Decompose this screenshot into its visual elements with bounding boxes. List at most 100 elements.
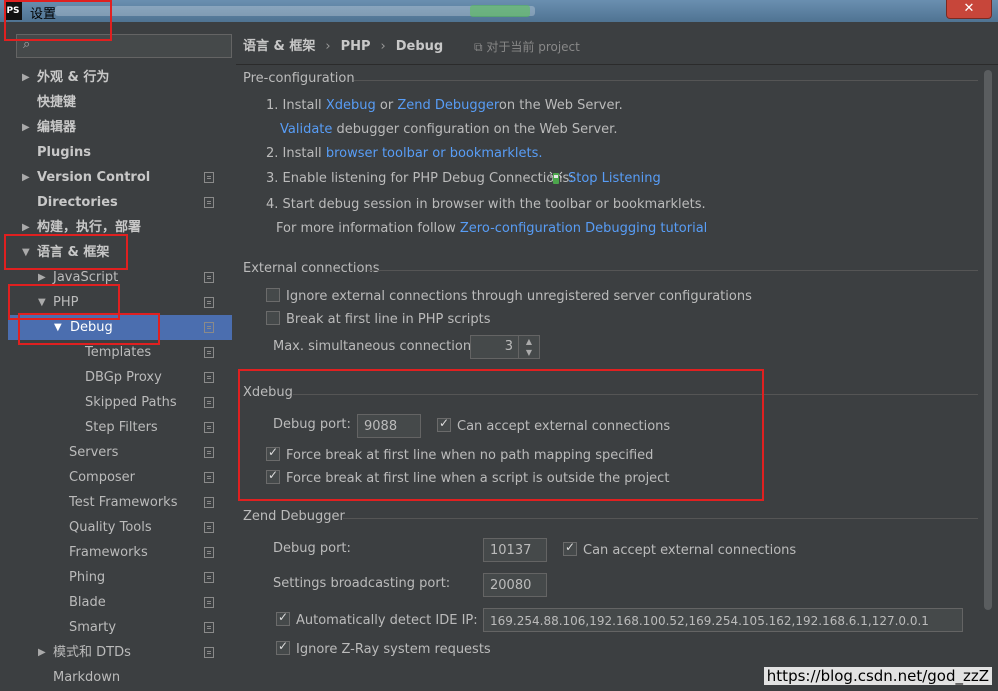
validate-link[interactable]: Validate xyxy=(280,122,332,137)
zend-port-label: Debug port: xyxy=(273,541,351,556)
header-divider xyxy=(236,64,998,65)
breadcrumb-languages: 语言 & 框架 xyxy=(243,39,316,54)
tree-item-step-filters[interactable]: Step Filters xyxy=(8,415,232,440)
tree-item-phing[interactable]: Phing xyxy=(8,565,232,590)
search-input[interactable]: ⌕ xyxy=(16,34,232,58)
checkbox-label: Force break at first line when a script … xyxy=(286,471,670,486)
auto-detect-ip-checkbox[interactable] xyxy=(276,610,290,626)
auto-detect-ip-option[interactable]: Automatically detect IDE IP: xyxy=(276,610,478,628)
tree-item-editor[interactable]: ▶ 编辑器 xyxy=(8,115,232,140)
breadcrumb-debug: Debug xyxy=(395,39,444,54)
ignore-external-option[interactable]: Ignore external connections through unre… xyxy=(266,288,752,304)
broadcast-port-input[interactable]: 20080 xyxy=(483,573,547,597)
project-scope-icon xyxy=(204,297,214,308)
content-scrollbar[interactable] xyxy=(984,70,992,610)
tree-item-directories[interactable]: Directories xyxy=(8,190,232,215)
tree-item-keymap[interactable]: 快捷键 xyxy=(8,90,232,115)
tree-item-plugins[interactable]: Plugins xyxy=(8,140,232,165)
project-scope-hint: ⧉ 对于当前 project xyxy=(474,40,580,54)
tree-item-quality-tools[interactable]: Quality Tools xyxy=(8,515,232,540)
section-divider xyxy=(368,270,978,271)
step-text: 1. Install xyxy=(266,98,322,113)
checkbox-label: Can accept external connections xyxy=(583,543,797,558)
step-3: 3. Enable listening for PHP Debug Connec… xyxy=(266,171,574,186)
blurred-title-area xyxy=(55,6,535,16)
break-first-line-option[interactable]: Break at first line in PHP scripts xyxy=(266,311,491,327)
max-connections-spinner[interactable]: 3 ▲ ▼ xyxy=(470,335,540,359)
tree-item-templates[interactable]: Templates xyxy=(8,340,232,365)
ignore-zray-checkbox[interactable] xyxy=(276,639,290,655)
section-divider xyxy=(343,518,978,519)
stop-listening-link[interactable]: Stop Listening xyxy=(568,171,661,186)
tree-item-markdown[interactable]: Markdown xyxy=(8,665,232,690)
project-scope-icon xyxy=(204,547,214,558)
ignore-zray-option[interactable]: Ignore Z-Ray system requests xyxy=(276,639,491,657)
zend-accept-checkbox[interactable] xyxy=(563,540,577,556)
section-title-preconfig: Pre-configuration xyxy=(243,71,355,86)
more-info: For more information follow Zero-configu… xyxy=(276,221,707,236)
browser-toolbar-link[interactable]: browser toolbar or bookmarklets. xyxy=(326,146,543,161)
project-scope-label: 对于当前 project xyxy=(486,40,580,54)
title-bar: PS 设置 ✕ xyxy=(0,0,998,22)
tree-item-blade[interactable]: Blade xyxy=(8,590,232,615)
watermark: https://blog.csdn.net/god_zzZ xyxy=(763,667,992,685)
tree-item-skipped-paths[interactable]: Skipped Paths xyxy=(8,390,232,415)
step-1: 1. Install Xdebug or Zend Debuggeron the… xyxy=(266,98,623,113)
stop-listening-row: Stop Listening xyxy=(568,171,661,186)
project-scope-icon xyxy=(204,322,214,333)
tree-item-frameworks[interactable]: Frameworks xyxy=(8,540,232,565)
project-scope-icon xyxy=(204,197,214,208)
tree-item-appearance[interactable]: ▶ 外观 & 行为 xyxy=(8,65,232,90)
settings-tree: ▶ 外观 & 行为 快捷键 ▶ 编辑器 Plugins ▶ Version Contr… xyxy=(8,65,232,690)
zero-config-tutorial-link[interactable]: Zero-configuration Debugging tutorial xyxy=(460,221,707,236)
force-break-outside-option[interactable]: Force break at first line when a script … xyxy=(266,468,670,486)
force-break-outside-checkbox[interactable] xyxy=(266,468,280,484)
phpstorm-icon: PS xyxy=(4,2,22,20)
force-break-no-mapping-checkbox[interactable] xyxy=(266,445,280,461)
project-scope-icon xyxy=(204,622,214,633)
tree-item-schemas-dtds[interactable]: ▶ 模式和 DTDs xyxy=(8,640,232,665)
project-scope-icon xyxy=(204,397,214,408)
tree-item-composer[interactable]: Composer xyxy=(8,465,232,490)
zend-port-input[interactable]: 10137 xyxy=(483,538,547,562)
step-2: 2. Install browser toolbar or bookmarkle… xyxy=(266,146,543,161)
tree-item-test-frameworks[interactable]: Test Frameworks xyxy=(8,490,232,515)
xdebug-accept-checkbox[interactable] xyxy=(437,416,451,432)
xdebug-accept-option[interactable]: Can accept external connections xyxy=(437,416,670,434)
xdebug-port-input[interactable]: 9088 xyxy=(357,414,421,438)
checkbox-label: Break at first line in PHP scripts xyxy=(286,312,491,327)
spinner-arrows-icon[interactable]: ▲ ▼ xyxy=(518,336,539,358)
force-break-no-mapping-option[interactable]: Force break at first line when no path m… xyxy=(266,445,653,463)
breadcrumb-separator: › xyxy=(325,39,331,54)
step-4: 4. Start debug session in browser with t… xyxy=(266,197,706,212)
spinner-value: 3 xyxy=(504,339,513,354)
section-title-external: External connections xyxy=(243,261,380,276)
close-button[interactable]: ✕ xyxy=(946,0,992,19)
project-scope-icon xyxy=(204,372,214,383)
tree-item-servers[interactable]: Servers xyxy=(8,440,232,465)
tree-item-javascript[interactable]: ▶ JavaScript xyxy=(8,265,232,290)
tree-item-smarty[interactable]: Smarty xyxy=(8,615,232,640)
checkbox-label: Ignore Z-Ray system requests xyxy=(296,642,491,657)
project-scope-icon xyxy=(204,597,214,608)
tree-item-php[interactable]: ▼ PHP xyxy=(8,290,232,315)
xdebug-link[interactable]: Xdebug xyxy=(326,98,376,113)
tree-item-build[interactable]: ▶ 构建，执行，部署 xyxy=(8,215,232,240)
tree-item-dbgp-proxy[interactable]: DBGp Proxy xyxy=(8,365,232,390)
project-scope-icon xyxy=(204,447,214,458)
tree-item-debug[interactable]: ▼ Debug xyxy=(8,315,232,340)
search-icon: ⌕ xyxy=(23,37,31,52)
zend-accept-option[interactable]: Can accept external connections xyxy=(563,540,797,558)
listening-phone-icon[interactable] xyxy=(549,170,563,186)
step-text: For more information follow xyxy=(276,221,456,236)
break-first-line-checkbox[interactable] xyxy=(266,311,280,325)
step-text: or xyxy=(379,98,394,113)
project-scope-icon xyxy=(204,272,214,283)
section-divider xyxy=(354,80,978,81)
zend-debugger-link[interactable]: Zend Debugger xyxy=(397,98,499,113)
project-scope-icon xyxy=(204,572,214,583)
ignore-external-checkbox[interactable] xyxy=(266,288,280,302)
tree-item-languages[interactable]: ▼ 语言 & 框架 xyxy=(8,240,232,265)
tree-item-version-control[interactable]: ▶ Version Control xyxy=(8,165,232,190)
ide-ip-input[interactable]: 169.254.88.106,192.168.100.52,169.254.10… xyxy=(483,608,963,632)
